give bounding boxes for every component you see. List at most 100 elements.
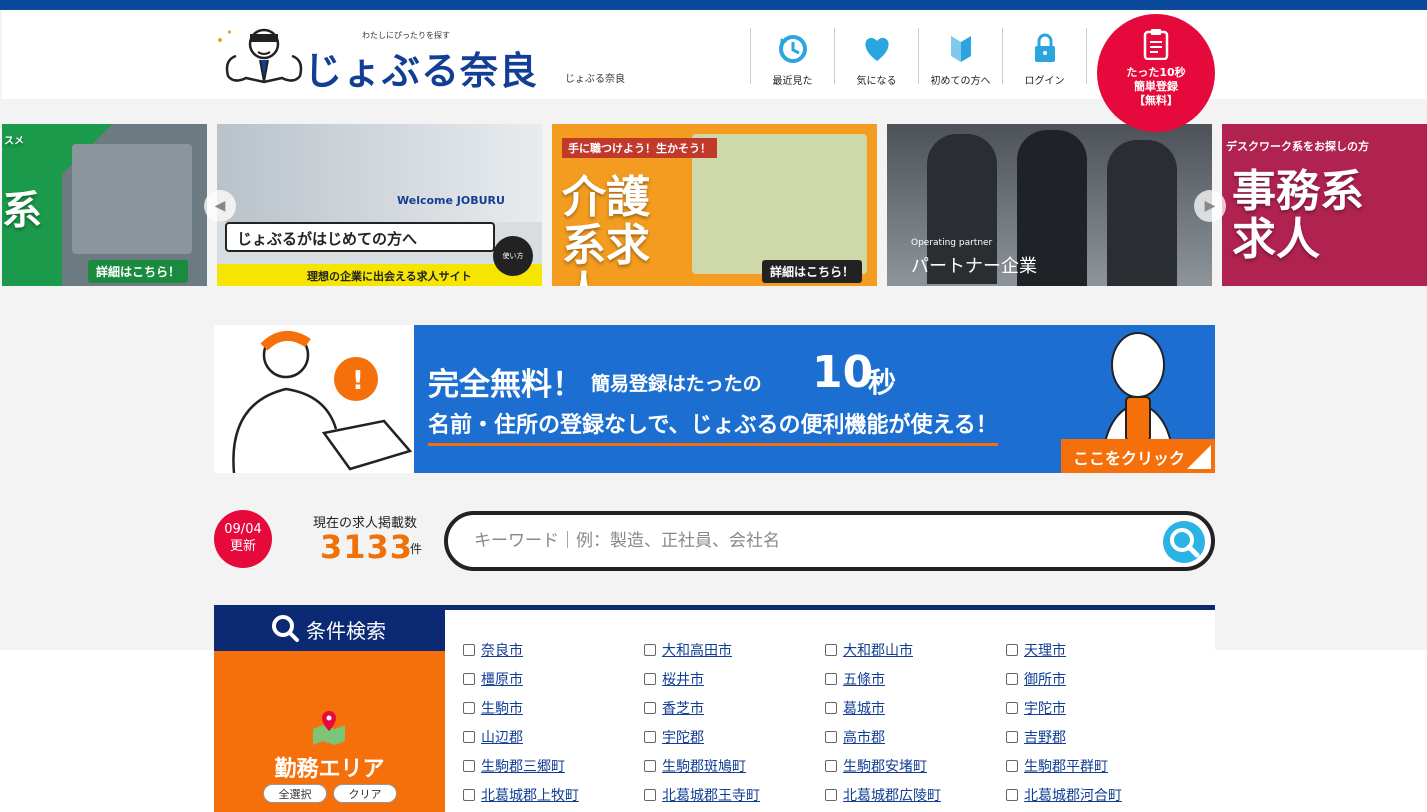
nav-recently-viewed[interactable]: 最近見た — [750, 28, 834, 87]
area-checkbox-item[interactable]: 宇陀市 — [1006, 693, 1187, 722]
area-checkbox-item[interactable]: 香芝市 — [644, 693, 825, 722]
banner-title: 介護系求人 — [562, 172, 650, 287]
area-checkbox-item[interactable]: 御所市 — [1006, 664, 1187, 693]
area-checkbox[interactable] — [463, 643, 475, 656]
area-checkbox-item[interactable]: 北葛城郡上牧町 — [463, 780, 644, 809]
area-checkbox-item[interactable]: 葛城市 — [825, 693, 1006, 722]
area-name[interactable]: 橿原市 — [481, 669, 523, 689]
area-name[interactable]: 香芝市 — [662, 698, 704, 718]
area-checkbox[interactable] — [825, 788, 837, 801]
area-checkbox[interactable] — [825, 759, 837, 772]
area-name[interactable]: 吉野郡 — [1024, 727, 1066, 747]
area-name[interactable]: 宇陀郡 — [662, 727, 704, 747]
area-name[interactable]: 山辺郡 — [481, 727, 523, 747]
area-checkbox[interactable] — [825, 672, 837, 685]
area-checkbox[interactable] — [825, 730, 837, 743]
search-button[interactable] — [1163, 521, 1205, 563]
area-checkbox[interactable] — [463, 730, 475, 743]
area-checkbox[interactable] — [463, 672, 475, 685]
area-checkbox-item[interactable]: 大和郡山市 — [825, 635, 1006, 664]
select-all-button[interactable]: 全選択 — [263, 784, 327, 803]
area-checkbox-item[interactable]: 大和高田市 — [644, 635, 825, 664]
area-checkbox[interactable] — [644, 643, 656, 656]
area-name[interactable]: 生駒市 — [481, 698, 523, 718]
area-name[interactable]: 生駒郡三郷町 — [481, 756, 565, 776]
area-checkbox-item[interactable]: 生駒市 — [463, 693, 644, 722]
update-date: 09/04 — [224, 522, 262, 537]
area-checkbox-item[interactable]: 生駒郡斑鳩町 — [644, 751, 825, 780]
area-checkbox[interactable] — [1006, 701, 1018, 714]
carousel-next-arrow-icon[interactable]: ▶ — [1194, 190, 1226, 222]
area-checkbox-item[interactable]: 北葛城郡広陵町 — [825, 780, 1006, 809]
area-checkbox[interactable] — [644, 788, 656, 801]
area-name[interactable]: 桜井市 — [662, 669, 704, 689]
area-checkbox-item[interactable]: 北葛城郡河合町 — [1006, 780, 1187, 809]
area-checkbox-item[interactable]: 桜井市 — [644, 664, 825, 693]
area-name[interactable]: 奈良市 — [481, 640, 523, 660]
area-name[interactable]: 五條市 — [843, 669, 885, 689]
area-checkbox-item[interactable]: 生駒郡三郷町 — [463, 751, 644, 780]
area-checkbox-item[interactable]: 宇陀郡 — [644, 722, 825, 751]
area-name[interactable]: 御所市 — [1024, 669, 1066, 689]
area-checkbox-grid: 奈良市 大和高田市 大和郡山市 天理市橿原市 桜井市 五條市 御所市生駒市 香芝市 葛城市 宇陀市… — [463, 635, 1187, 812]
area-name[interactable]: 北葛城郡上牧町 — [481, 785, 579, 805]
banner-title: じょぶるがはじめての方へ — [237, 230, 418, 248]
area-checkbox-item[interactable]: 吉野郡 — [1006, 722, 1187, 751]
area-name[interactable]: 高市郡 — [843, 727, 885, 747]
quick-register-button[interactable]: たった10秒 簡単登録 【無料】 — [1097, 14, 1215, 132]
free-registration-banner[interactable]: ! 完全無料！ 簡易登録はたったの 10 秒 名前・住所の登録なしで、じょぶるの… — [214, 325, 1215, 473]
area-name[interactable]: 天理市 — [1024, 640, 1066, 660]
site-logo[interactable]: わたしにぴったりを探す じょぶる奈良 — [214, 22, 544, 93]
clear-button[interactable]: クリア — [333, 784, 397, 803]
area-checkbox-item[interactable]: 山辺郡 — [463, 722, 644, 751]
area-name[interactable]: 宇陀市 — [1024, 698, 1066, 718]
banner-slide-welcome[interactable]: Welcome JOBURU じょぶるがはじめての方へ 理想の企業に出会える求人… — [217, 124, 542, 286]
area-checkbox-item[interactable]: 橿原市 — [463, 664, 644, 693]
area-name[interactable]: 北葛城郡広陵町 — [843, 785, 941, 805]
area-name[interactable]: 葛城市 — [843, 698, 885, 718]
carousel-prev-arrow-icon[interactable]: ◀ — [204, 190, 236, 222]
area-checkbox-item[interactable]: 生駒郡平群町 — [1006, 751, 1187, 780]
area-checkbox[interactable] — [1006, 759, 1018, 772]
area-name[interactable]: 生駒郡斑鳩町 — [662, 756, 746, 776]
area-checkbox-item[interactable]: 北葛城郡王寺町 — [644, 780, 825, 809]
promo-cta[interactable]: ここをクリック — [1061, 439, 1215, 473]
banner-title: 系 — [2, 188, 42, 234]
area-checkbox[interactable] — [1006, 788, 1018, 801]
banner-slide-manufacturing[interactable]: スメ 系 詳細はこちら！ — [2, 124, 207, 286]
area-checkbox[interactable] — [463, 701, 475, 714]
banner-photo — [692, 134, 867, 274]
nav-beginners[interactable]: 初めての方へ — [918, 28, 1002, 87]
area-checkbox[interactable] — [644, 730, 656, 743]
area-checkbox[interactable] — [644, 672, 656, 685]
area-checkbox-item[interactable]: 五條市 — [825, 664, 1006, 693]
keyword-search-input[interactable] — [474, 527, 1154, 555]
banner-kicker: 手に職つけよう！生かそう！ — [562, 138, 717, 158]
area-name[interactable]: 生駒郡安堵町 — [843, 756, 927, 776]
banner-slide-office[interactable]: デスクワーク系をお探しの方 事務系求人 — [1222, 124, 1427, 286]
area-checkbox[interactable] — [644, 701, 656, 714]
nav-login[interactable]: ログイン — [1002, 28, 1086, 87]
area-name[interactable]: 北葛城郡河合町 — [1024, 785, 1122, 805]
promo-headline-unit: 秒 — [868, 366, 897, 399]
area-checkbox[interactable] — [1006, 672, 1018, 685]
nav-favorites[interactable]: 気になる — [834, 28, 918, 87]
area-name[interactable]: 大和高田市 — [662, 640, 732, 660]
register-line1: たった10秒 — [1126, 66, 1186, 79]
area-checkbox[interactable] — [463, 759, 475, 772]
area-checkbox[interactable] — [1006, 643, 1018, 656]
area-checkbox[interactable] — [644, 759, 656, 772]
area-checkbox-item[interactable]: 天理市 — [1006, 635, 1187, 664]
area-checkbox-item[interactable]: 生駒郡安堵町 — [825, 751, 1006, 780]
area-checkbox[interactable] — [1006, 730, 1018, 743]
area-checkbox[interactable] — [825, 701, 837, 714]
area-name[interactable]: 大和郡山市 — [843, 640, 913, 660]
area-checkbox[interactable] — [825, 643, 837, 656]
area-name[interactable]: 生駒郡平群町 — [1024, 756, 1108, 776]
banner-slide-care[interactable]: 手に職つけよう！生かそう！ 介護系求人 詳細はこちら！ — [552, 124, 877, 286]
area-checkbox-item[interactable]: 高市郡 — [825, 722, 1006, 751]
area-checkbox[interactable] — [463, 788, 475, 801]
area-name[interactable]: 北葛城郡王寺町 — [662, 785, 760, 805]
area-checkbox-item[interactable]: 奈良市 — [463, 635, 644, 664]
banner-slide-partner[interactable]: Operating partner パートナー企業 — [887, 124, 1212, 286]
